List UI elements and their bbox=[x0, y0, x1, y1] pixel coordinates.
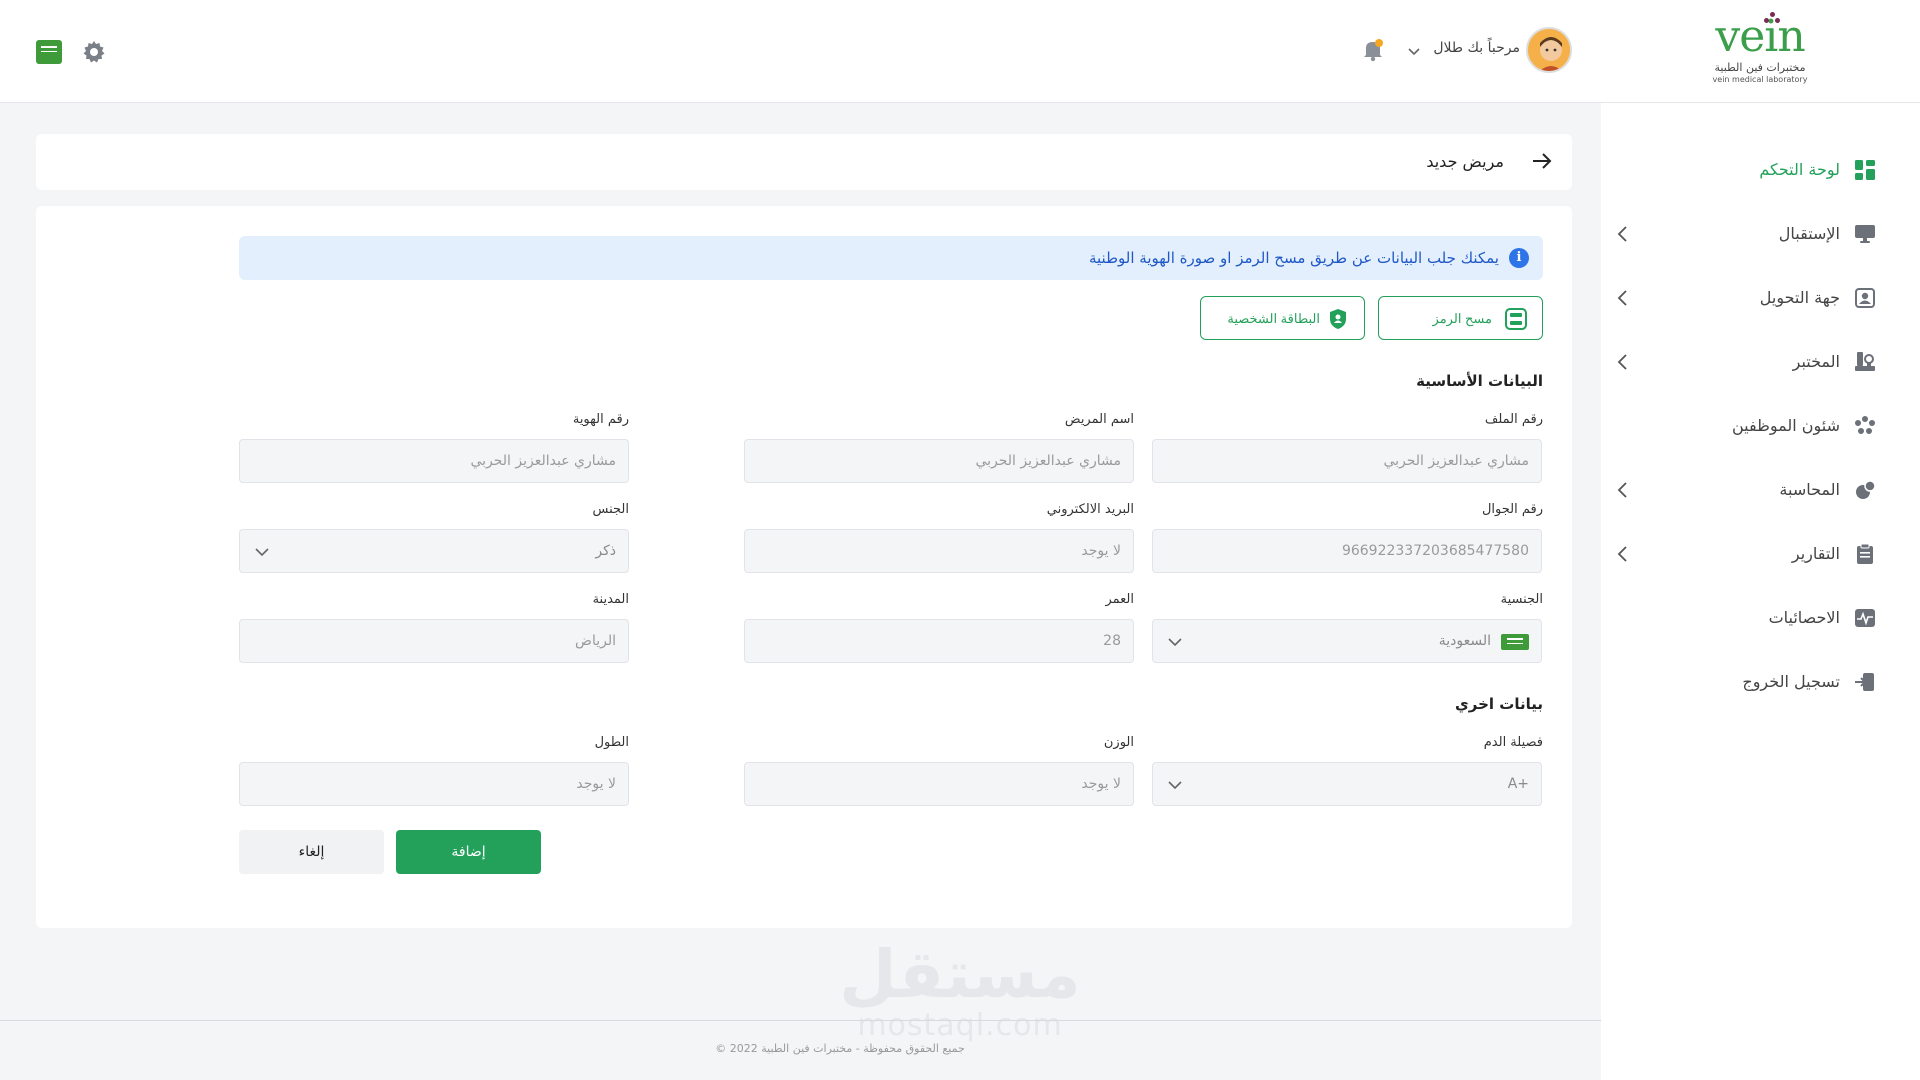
email-input[interactable] bbox=[744, 529, 1134, 573]
clipboard-icon bbox=[1854, 543, 1876, 565]
sidebar-item-label: المحاسبة bbox=[1779, 480, 1840, 499]
sidebar-item-logout[interactable]: تسجيل الخروج bbox=[1616, 667, 1876, 697]
watermark-ar: مستقل bbox=[839, 936, 1081, 1013]
sidebar-item-label: المختبر bbox=[1792, 352, 1840, 371]
sidebar-item-lab[interactable]: المختبر bbox=[1616, 347, 1876, 377]
chevron-down-icon bbox=[1167, 777, 1183, 793]
gender-select[interactable]: ذكر bbox=[239, 529, 629, 573]
stats-icon bbox=[1854, 607, 1876, 629]
user-avatar[interactable] bbox=[1526, 27, 1572, 73]
height-input[interactable] bbox=[239, 762, 629, 806]
email-label: البريد الالكتروني bbox=[1046, 502, 1134, 517]
file-number-label: رقم الملف bbox=[1484, 412, 1543, 427]
top-header: vein مختبرات فين الطبية vein medical lab… bbox=[0, 0, 1920, 103]
id-number-label: رقم الهوية bbox=[572, 412, 629, 427]
chevron-left-icon[interactable] bbox=[1616, 289, 1630, 307]
age-label: العمر bbox=[1105, 592, 1134, 607]
accounting-icon bbox=[1854, 479, 1876, 501]
cancel-button[interactable]: إلغاء bbox=[239, 830, 384, 874]
sidebar-item-label: الاحصائيات bbox=[1768, 608, 1840, 627]
sidebar: لوحة التحكم الإستقبال جهة التحويل المختب… bbox=[1601, 103, 1920, 1080]
info-text: يمكنك جلب البيانات عن طريق مسح الرمز او … bbox=[1088, 249, 1499, 267]
contact-icon bbox=[1854, 287, 1876, 309]
mobile-input[interactable] bbox=[1152, 529, 1542, 573]
dashboard-icon bbox=[1854, 159, 1876, 181]
footer-divider bbox=[0, 1020, 1601, 1021]
scan-code-label: مسح الرمز bbox=[1432, 311, 1492, 326]
sidebar-item-label: لوحة التحكم bbox=[1759, 160, 1840, 179]
nationality-label: الجنسية bbox=[1500, 592, 1543, 607]
logo-name-en: vein medical laboratory bbox=[1712, 75, 1808, 84]
sidebar-item-label: التقارير bbox=[1791, 544, 1840, 563]
sidebar-item-reports[interactable]: التقارير bbox=[1616, 539, 1876, 569]
city-label: المدينة bbox=[592, 592, 629, 607]
blood-type-label: فصيلة الدم bbox=[1483, 735, 1543, 750]
user-greeting[interactable]: مرحباً بك طلال bbox=[1430, 40, 1520, 56]
chevron-down-icon[interactable] bbox=[1407, 43, 1421, 57]
logo-name-ar: مختبرات فين الطبية bbox=[1714, 61, 1806, 74]
employees-icon bbox=[1854, 415, 1876, 437]
sidebar-item-employees[interactable]: شئون الموظفين bbox=[1616, 411, 1876, 441]
chevron-left-icon[interactable] bbox=[1616, 353, 1630, 371]
file-number-input[interactable] bbox=[1152, 439, 1542, 483]
chevron-left-icon[interactable] bbox=[1616, 481, 1630, 499]
scan-icon bbox=[1504, 307, 1528, 331]
chevron-left-icon[interactable] bbox=[1616, 545, 1630, 563]
logo-wordmark: vein bbox=[1715, 11, 1805, 62]
info-alert: i يمكنك جلب البيانات عن طريق مسح الرمز ا… bbox=[239, 236, 1543, 280]
page-title: مريض جديد bbox=[1426, 152, 1504, 171]
gear-icon[interactable] bbox=[82, 40, 106, 64]
nationality-select[interactable]: السعودية bbox=[1152, 619, 1542, 663]
sidebar-item-referral[interactable]: جهة التحويل bbox=[1616, 283, 1876, 313]
chevron-left-icon[interactable] bbox=[1616, 225, 1630, 243]
sidebar-item-accounting[interactable]: المحاسبة bbox=[1616, 475, 1876, 505]
id-card-button[interactable]: البطاقة الشخصية bbox=[1200, 296, 1365, 340]
sidebar-item-label: شئون الموظفين bbox=[1731, 416, 1840, 435]
section-title-basic: البيانات الأساسية bbox=[1416, 372, 1543, 390]
info-icon: i bbox=[1509, 248, 1529, 268]
sidebar-item-statistics[interactable]: الاحصائيات bbox=[1616, 603, 1876, 633]
watermark-en: mostaql.com bbox=[857, 1008, 1063, 1043]
id-card-label: البطاقة الشخصية bbox=[1227, 311, 1320, 326]
gender-value: ذكر bbox=[595, 543, 616, 559]
lab-icon bbox=[1854, 351, 1876, 373]
patient-name-input[interactable] bbox=[744, 439, 1134, 483]
gender-label: الجنس bbox=[592, 502, 629, 517]
section-title-other: بيانات اخري bbox=[1455, 695, 1543, 713]
arrow-right-icon[interactable] bbox=[1532, 152, 1552, 170]
chevron-down-icon bbox=[1167, 634, 1183, 650]
footer-copyright: © جميع الحقوق محفوظة - مختبرات فين الطبي… bbox=[715, 1042, 965, 1055]
sidebar-item-label: جهة التحويل bbox=[1759, 288, 1840, 307]
logout-icon bbox=[1854, 671, 1876, 693]
weight-input[interactable] bbox=[744, 762, 1134, 806]
sidebar-item-label: تسجيل الخروج bbox=[1742, 672, 1840, 691]
weight-label: الوزن bbox=[1103, 735, 1134, 750]
scan-code-button[interactable]: مسح الرمز bbox=[1378, 296, 1543, 340]
brand-logo[interactable]: vein مختبرات فين الطبية vein medical lab… bbox=[1704, 12, 1816, 94]
nationality-value: السعودية bbox=[1438, 633, 1491, 649]
sidebar-item-dashboard[interactable]: لوحة التحكم bbox=[1616, 155, 1876, 185]
mobile-label: رقم الجوال bbox=[1481, 502, 1543, 517]
city-input[interactable] bbox=[239, 619, 629, 663]
sidebar-item-label: الإستقبال bbox=[1778, 224, 1840, 243]
saudi-flag-icon[interactable] bbox=[36, 40, 62, 64]
age-input[interactable] bbox=[744, 619, 1134, 663]
height-label: الطول bbox=[594, 735, 629, 750]
logo-dots bbox=[1762, 12, 1782, 26]
saudi-flag-icon bbox=[1501, 634, 1529, 650]
id-number-input[interactable] bbox=[239, 439, 629, 483]
blood-type-value: A+ bbox=[1507, 776, 1529, 792]
blood-type-select[interactable]: A+ bbox=[1152, 762, 1542, 806]
bell-icon[interactable] bbox=[1362, 38, 1384, 62]
monitor-icon bbox=[1854, 223, 1876, 245]
sidebar-item-reception[interactable]: الإستقبال bbox=[1616, 219, 1876, 249]
chevron-down-icon bbox=[254, 544, 270, 560]
patient-name-label: اسم المريض bbox=[1064, 412, 1134, 427]
watermark: مستقل mostaql.com bbox=[800, 940, 1120, 1042]
add-button[interactable]: إضافة bbox=[396, 830, 541, 874]
shield-id-icon bbox=[1326, 307, 1350, 331]
page-title-bar: مريض جديد bbox=[36, 134, 1572, 190]
